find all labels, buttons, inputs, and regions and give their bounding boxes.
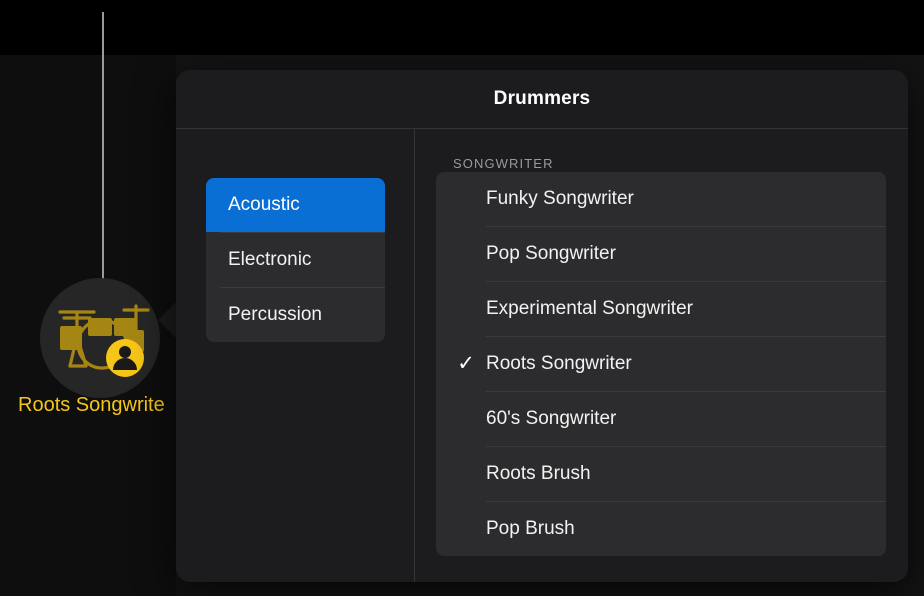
list-item-label: Roots Songwriter — [486, 353, 632, 374]
checkmark-icon — [454, 392, 478, 446]
category-item-acoustic[interactable]: Acoustic — [206, 178, 385, 232]
checkmark-icon — [454, 227, 478, 281]
checkmark-icon: ✓ — [457, 352, 475, 375]
list-item-label: Pop Songwriter — [486, 243, 616, 264]
drum-kit-with-person-badge-icon — [58, 304, 150, 377]
list-item-selected[interactable]: ✓ Roots Songwriter — [436, 337, 886, 391]
ruler-bar — [0, 0, 924, 55]
list-item-label: Pop Brush — [486, 518, 575, 539]
list-item[interactable]: Roots Brush — [436, 447, 886, 501]
list-item-label: Roots Brush — [486, 463, 591, 484]
app-window: Roots Songwrite Drummers SONGWRITER Acou… — [0, 0, 924, 596]
popover-column-divider — [414, 128, 415, 582]
list-item[interactable]: 60's Songwriter — [436, 392, 886, 446]
section-label-songwriter: SONGWRITER — [453, 156, 554, 171]
list-item-label: 60's Songwriter — [486, 408, 617, 429]
checkmark-icon — [454, 502, 478, 556]
popover-title: Drummers — [493, 88, 591, 109]
category-item-label: Electronic — [228, 249, 312, 270]
drummers-popover: Drummers SONGWRITER Acoustic Electronic … — [176, 70, 908, 582]
category-list: Acoustic Electronic Percussion — [206, 178, 385, 342]
checkmark-icon — [454, 172, 478, 226]
popover-pointer — [158, 300, 178, 340]
list-item[interactable]: Pop Brush — [436, 502, 886, 556]
list-item-label: Experimental Songwriter — [486, 298, 693, 319]
category-item-electronic[interactable]: Electronic — [206, 233, 385, 287]
popover-header-divider — [176, 128, 908, 129]
checkmark-icon — [454, 282, 478, 336]
category-item-percussion[interactable]: Percussion — [206, 288, 385, 342]
list-item[interactable]: Funky Songwriter — [436, 172, 886, 226]
list-item[interactable]: Pop Songwriter — [436, 227, 886, 281]
list-item[interactable]: Experimental Songwriter — [436, 282, 886, 336]
drummer-track-name: Roots Songwrite — [18, 394, 165, 416]
category-item-label: Percussion — [228, 304, 322, 325]
drummer-list: Funky Songwriter Pop Songwriter Experime… — [436, 172, 886, 556]
list-item-label: Funky Songwriter — [486, 188, 634, 209]
drummer-track-avatar[interactable] — [40, 278, 160, 398]
checkmark-icon — [454, 447, 478, 501]
playhead-icon[interactable] — [102, 12, 104, 282]
category-item-label: Acoustic — [228, 194, 300, 215]
